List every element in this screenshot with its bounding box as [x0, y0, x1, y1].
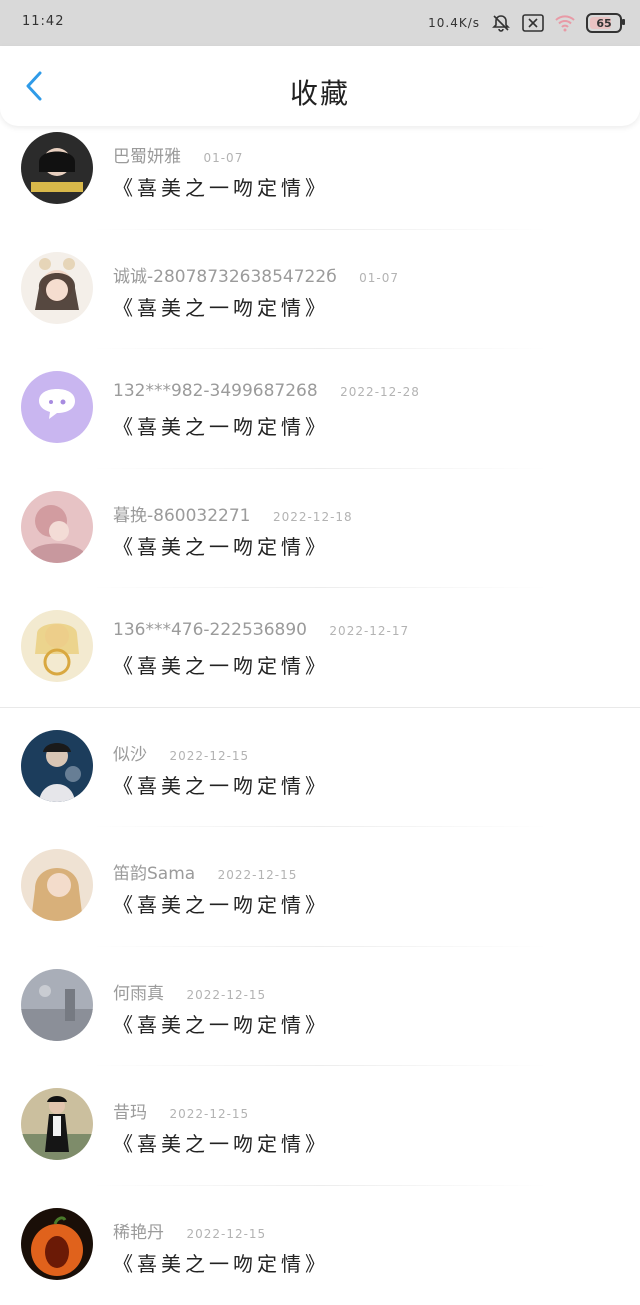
item-meta: 似沙 2022-12-15	[113, 740, 249, 765]
item-date: 2022-12-15	[186, 1227, 266, 1241]
page-title: 收藏	[0, 72, 640, 112]
avatar[interactable]	[21, 371, 93, 443]
user-name: 似沙	[113, 745, 147, 765]
user-name: 诚诚-2807873263854722б	[113, 267, 337, 287]
item-meta: 暮挽-860032271 2022-12-18	[113, 501, 353, 526]
status-bar: 11:42 10.4K/s 65	[0, 0, 640, 46]
network-speed: 10.4K/s	[428, 16, 480, 30]
avatar[interactable]	[21, 969, 93, 1041]
item-meta: 昔玛 2022-12-15	[113, 1098, 249, 1123]
avatar[interactable]	[21, 730, 93, 802]
item-title: 《喜美之一吻定情》	[113, 770, 329, 799]
sim-x-icon	[522, 12, 544, 34]
avatar[interactable]	[21, 252, 93, 324]
avatar[interactable]	[21, 1088, 93, 1160]
item-date: 2022-12-15	[186, 988, 266, 1002]
avatar[interactable]	[21, 132, 93, 204]
avatar[interactable]	[21, 491, 93, 563]
battery-icon: 65	[586, 13, 622, 33]
item-meta: 巴蜀妍雅 01-07	[113, 142, 243, 167]
wifi-icon	[554, 12, 576, 34]
item-title: 《喜美之一吻定情》	[113, 889, 329, 918]
user-name: 巴蜀妍雅	[113, 147, 181, 167]
list-item[interactable]: 似沙 2022-12-15 《喜美之一吻定情》	[0, 708, 640, 828]
avatar[interactable]	[21, 610, 93, 682]
item-title: 《喜美之一吻定情》	[113, 411, 329, 440]
user-name: 136***476-2225З6890	[113, 620, 307, 640]
item-meta: 136***476-2225З6890 2022-12-17	[113, 620, 409, 640]
item-date: 2022-12-15	[218, 868, 298, 882]
user-name: 稀艳丹	[113, 1223, 164, 1243]
avatar[interactable]	[21, 1208, 93, 1280]
item-date: 2022-12-15	[169, 1107, 249, 1121]
user-name: 132***982-3499687268	[113, 381, 318, 401]
item-date: 2022-12-18	[273, 510, 353, 524]
list-item[interactable]: 132***982-3499687268 2022-12-28 《喜美之一吻定情…	[0, 349, 640, 469]
favorites-list: 巴蜀妍雅 01-07 《喜美之一吻定情》 诚诚-2807873263854722…	[0, 110, 640, 1305]
item-meta: 诚诚-2807873263854722б 01-07	[113, 262, 399, 287]
status-icons: 10.4K/s 65	[428, 10, 622, 36]
status-time: 11:42	[22, 14, 64, 29]
user-name: 笛韵Sama	[113, 864, 195, 884]
item-meta: 132***982-3499687268 2022-12-28	[113, 381, 420, 401]
list-item[interactable]: 136***476-2225З6890 2022-12-17 《喜美之一吻定情》	[0, 588, 640, 708]
item-title: 《喜美之一吻定情》	[113, 1009, 329, 1038]
list-item[interactable]: 何雨真 2022-12-15 《喜美之一吻定情》	[0, 947, 640, 1067]
bell-off-icon	[490, 12, 512, 34]
item-meta: 稀艳丹 2022-12-15	[113, 1218, 266, 1243]
list-item[interactable]: 诚诚-2807873263854722б 01-07 《喜美之一吻定情》	[0, 230, 640, 350]
list-item[interactable]: 昔玛 2022-12-15 《喜美之一吻定情》	[0, 1066, 640, 1186]
user-name: 昔玛	[113, 1103, 147, 1123]
item-title: 《喜美之一吻定情》	[113, 1248, 329, 1277]
item-title: 《喜美之一吻定情》	[113, 650, 329, 679]
user-name: 何雨真	[113, 984, 164, 1004]
item-date: 01-07	[203, 151, 243, 165]
item-title: 《喜美之一吻定情》	[113, 1128, 329, 1157]
battery-level: 65	[596, 17, 611, 30]
avatar[interactable]	[21, 849, 93, 921]
list-item[interactable]: 巴蜀妍雅 01-07 《喜美之一吻定情》	[0, 110, 640, 230]
item-meta: 何雨真 2022-12-15	[113, 979, 266, 1004]
item-date: 2022-12-17	[329, 624, 409, 638]
item-title: 《喜美之一吻定情》	[113, 531, 329, 560]
list-item[interactable]: 暮挽-860032271 2022-12-18 《喜美之一吻定情》	[0, 469, 640, 589]
user-name: 暮挽-860032271	[113, 506, 250, 526]
list-item[interactable]: 稀艳丹 2022-12-15 《喜美之一吻定情》	[0, 1186, 640, 1305]
item-meta: 笛韵Sama 2022-12-15	[113, 859, 297, 884]
item-title: 《喜美之一吻定情》	[113, 292, 329, 321]
list-item[interactable]: 笛韵Sama 2022-12-15 《喜美之一吻定情》	[0, 827, 640, 947]
header-bar: 收藏	[0, 46, 640, 126]
item-title: 《喜美之一吻定情》	[113, 172, 329, 201]
item-date: 2022-12-28	[340, 385, 420, 399]
item-date: 01-07	[359, 271, 399, 285]
item-date: 2022-12-15	[169, 749, 249, 763]
